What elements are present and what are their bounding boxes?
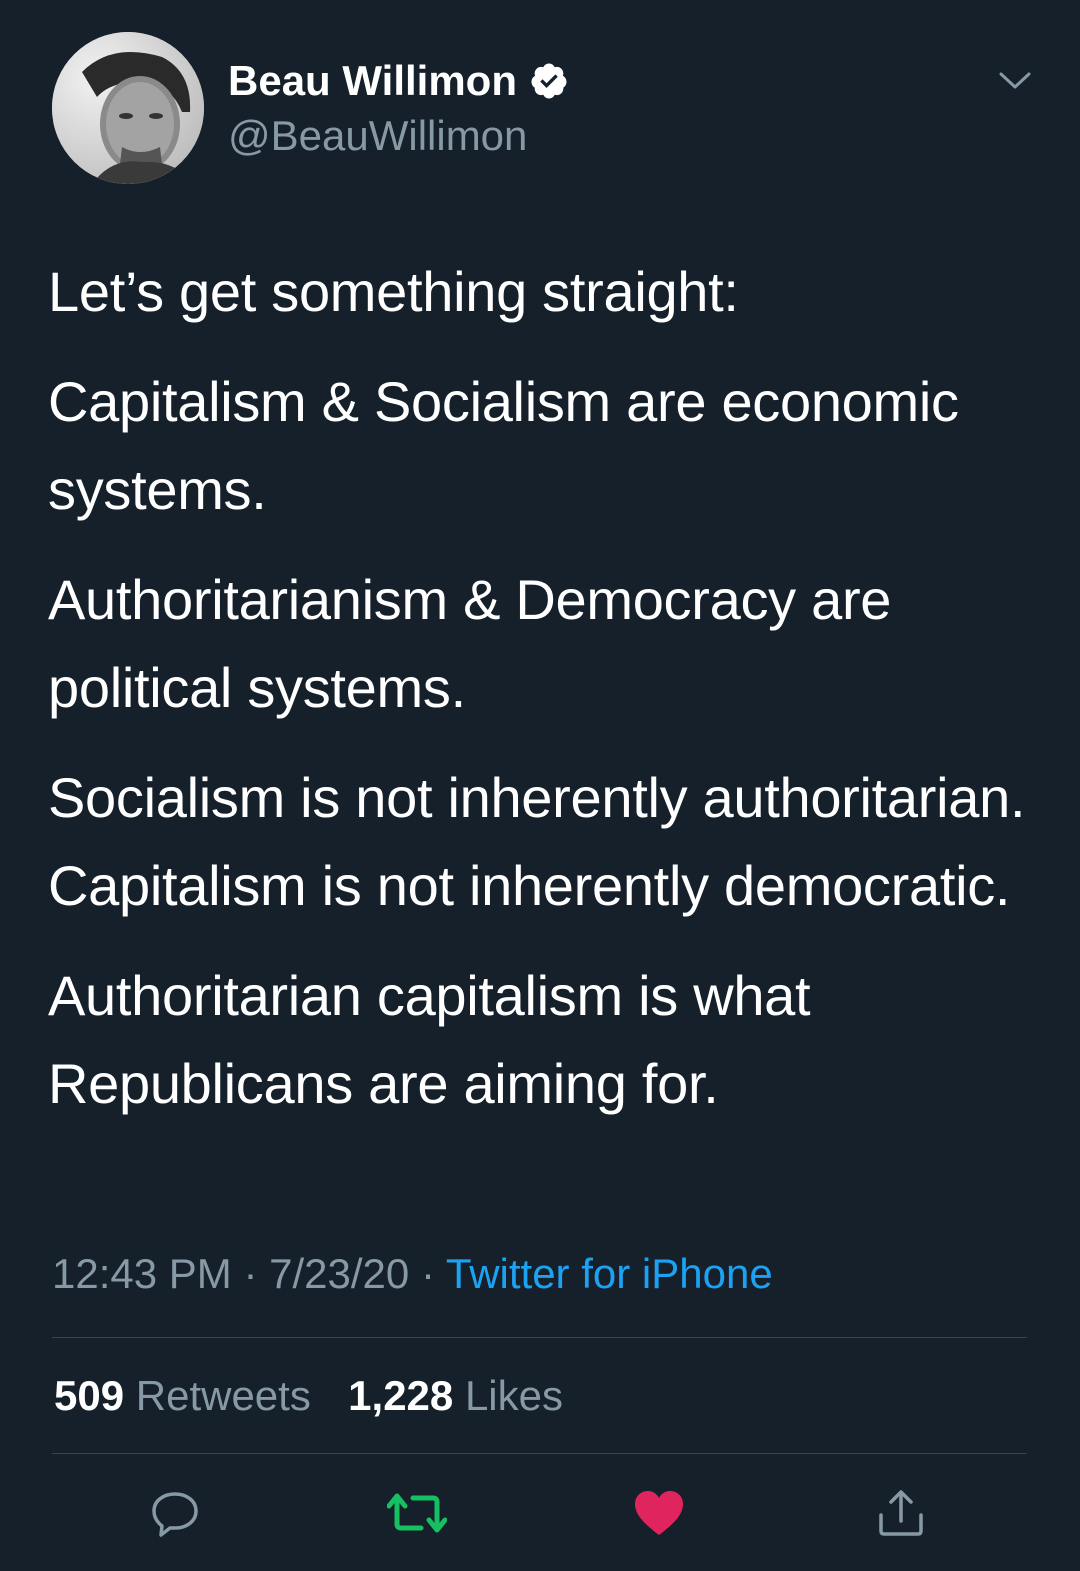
tweet-text: Let’s get something straight: Capitalism… [48,248,1038,1128]
avatar[interactable] [52,32,204,184]
likes-stat[interactable]: 1,228 Likes [348,1372,563,1419]
like-button[interactable] [624,1480,694,1550]
likes-label: Likes [464,1372,564,1419]
verified-badge-icon [529,61,569,101]
meta-separator: · [243,1250,258,1297]
chevron-down-icon[interactable] [998,70,1032,92]
tweet-source-link[interactable]: Twitter for iPhone [446,1250,773,1297]
tweet-paragraph: Authoritarianism & Democracy are politic… [48,568,892,719]
likes-count: 1,228 [348,1372,454,1419]
name-block: Beau Willimon @BeauWillimon [228,56,569,162]
tweet-header: Beau Willimon @BeauWillimon [52,32,1032,187]
reply-icon [150,1488,200,1543]
meta-separator: · [420,1250,435,1297]
retweets-count: 509 [54,1372,125,1419]
share-button[interactable] [866,1480,936,1550]
action-bar [0,1480,1080,1550]
tweet-time[interactable]: 12:43 PM [52,1250,232,1297]
retweet-icon [386,1488,448,1543]
tweet-metadata: 12:43 PM · 7/23/20 · Twitter for iPhone [52,1248,773,1300]
divider [52,1453,1027,1454]
retweet-button[interactable] [382,1480,452,1550]
reply-button[interactable] [140,1480,210,1550]
tweet-detail: Beau Willimon @BeauWillimon Let’s get so… [0,0,1080,1571]
tweet-paragraph: Authoritarian capitalism is what Republi… [48,964,811,1115]
tweet-paragraph: Socialism is not inherently authoritaria… [48,766,1026,917]
retweets-label: Retweets [135,1372,311,1419]
tweet-paragraph: Capitalism & Socialism are economic syst… [48,370,959,521]
retweets-stat[interactable]: 509 Retweets [54,1372,323,1419]
heart-icon [633,1489,685,1542]
display-name[interactable]: Beau Willimon [228,56,517,106]
tweet-date[interactable]: 7/23/20 [269,1250,409,1297]
divider [52,1337,1027,1338]
user-handle[interactable]: @BeauWillimon [228,110,569,162]
share-icon [875,1487,927,1544]
tweet-paragraph: Let’s get something straight: [48,260,739,323]
engagement-stats: 509 Retweets 1,228 Likes [54,1370,563,1422]
